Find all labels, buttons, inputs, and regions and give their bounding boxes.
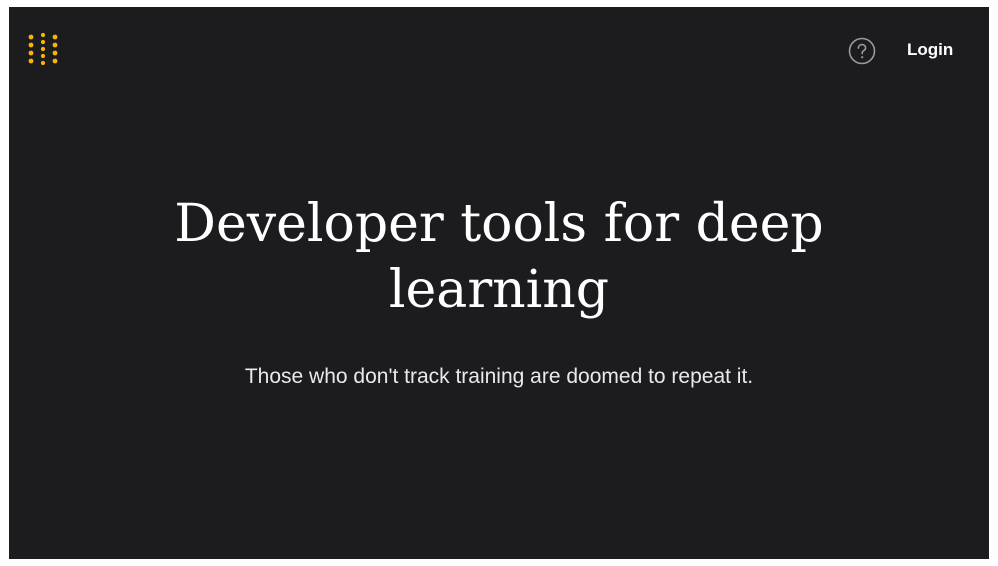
page-frame: Login Developer tools for deep learning … xyxy=(9,7,989,559)
login-link[interactable]: Login xyxy=(907,37,953,63)
dots-logo-icon[interactable] xyxy=(25,31,65,67)
question-circle-icon xyxy=(848,37,876,65)
hero-section: Developer tools for deep learning Those … xyxy=(9,191,989,391)
hero-title: Developer tools for deep learning xyxy=(174,194,824,320)
hero-subtitle: Those who don't track training are doome… xyxy=(244,365,754,388)
help-button[interactable] xyxy=(846,35,878,67)
